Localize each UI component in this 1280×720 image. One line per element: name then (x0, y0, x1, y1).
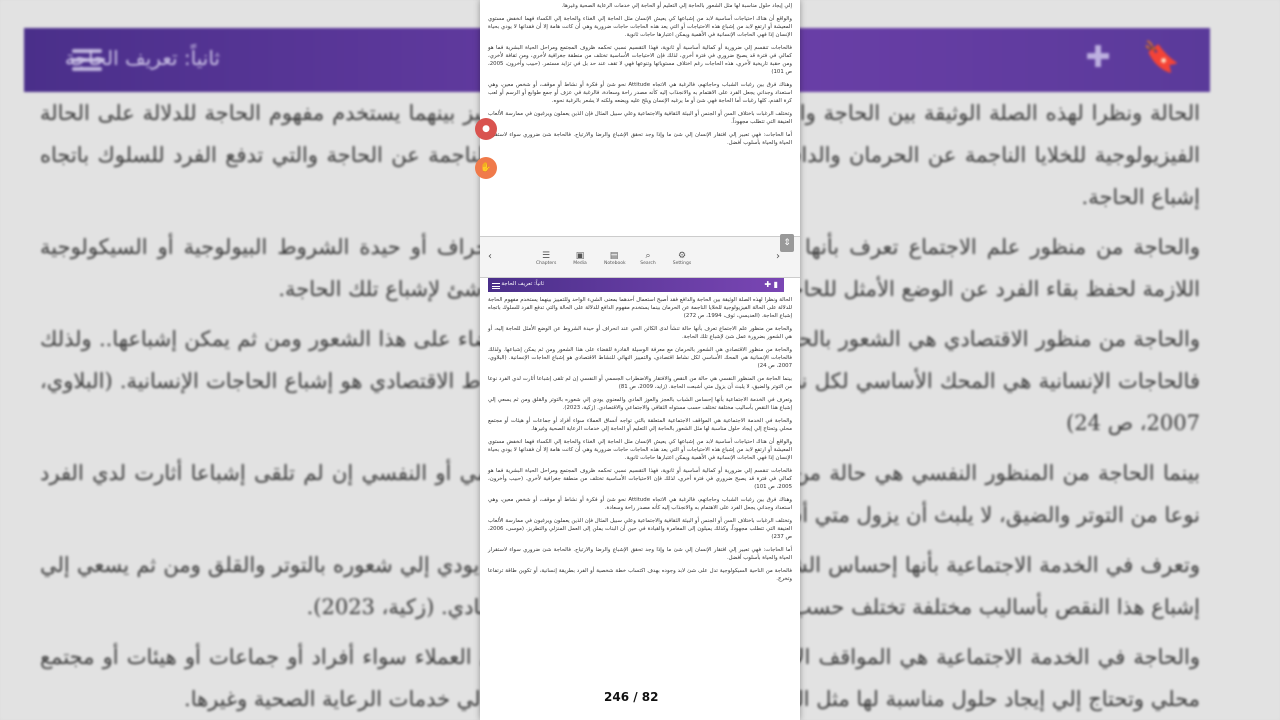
add-note-icon: ✚ (1085, 40, 1111, 75)
page-paragraph: إلي إيجاد حلول مناسبة لها مثل الشعور بال… (561, 3, 792, 9)
gear-icon: ⚙ (677, 251, 687, 261)
page-paragraph: والواقع أن هناك احتياجات أساسية لابد من … (488, 16, 792, 38)
page-paragraph: فالحاجة من الناحية السيكولوجية تدل على ش… (488, 568, 792, 582)
page-paragraph: والحاجة من منظور الاقتصادي هي الشعور بال… (488, 347, 792, 369)
list-icon: ☰ (541, 251, 551, 261)
menu-icon[interactable] (492, 282, 500, 290)
split-drag-handle[interactable]: ⇕ (780, 234, 794, 252)
page-paragraph: وتختلف الرغبات باختلاف السن أو الجنس أو … (488, 518, 792, 540)
page-counter: 246 / 82 (600, 690, 663, 704)
add-note-icon[interactable]: ✚ (764, 280, 771, 289)
page-paragraph: وهناك فرق بين رغبات الشباب وحاجاتهم، فال… (488, 497, 792, 511)
page-paragraph: والحاجة في الخدمة الاجتماعية هي المواقف … (488, 418, 792, 432)
page-paragraph: وتعرف في الخدمة الاجتماعية بأنها إحساس ا… (488, 397, 792, 411)
notebook-button[interactable]: ▤ Notebook (604, 251, 626, 266)
page-paragraph: والواقع أن هناك احتياجات أساسية لابد من … (488, 439, 792, 461)
media-button[interactable]: ▣ Media (570, 251, 590, 266)
page-paragraph: وتختلف الرغبات باختلاف السن أو الجنس أو … (488, 111, 792, 125)
reader-toolbar: ‹ › ☰ Chapters ▣ Media ▤ Notebook ⌕ Sear… (480, 236, 800, 278)
chapters-button[interactable]: ☰ Chapters (536, 251, 556, 266)
bookmark-icon[interactable]: ▮ (774, 280, 778, 289)
page-paragraph: بينما الحاجة من المنظور النفسي هي حالة م… (488, 376, 792, 390)
reader-pane-top[interactable]: إلي إيجاد حلول مناسبة لها مثل الشعور بال… (480, 0, 800, 236)
page-paragraph: وهناك فرق بين رغبات الشباب وحاجاتهم، فال… (488, 82, 792, 104)
reader-pane-bottom[interactable]: ثانياً: تعريف الحاجة ✚ ▮ الحالة ونظرا له… (480, 276, 800, 720)
hand-icon[interactable]: ✋ (475, 157, 497, 179)
phone-screen: إلي إيجاد حلول مناسبة لها مثل الشعور بال… (480, 0, 800, 720)
search-icon: ⌕ (645, 251, 651, 261)
chapter-title: ثانياً: تعريف الحاجة (501, 281, 544, 287)
page-paragraph: فالحاجات تنقسم إلي ضرورية أو كمالية أساس… (488, 45, 792, 75)
page-paragraph: والحاجة من منظور علم الاجتماع تعرف بأنها… (488, 326, 792, 340)
background-title: ثانياً: تعريف الحاجة (64, 46, 220, 70)
page-paragraph: أما الحاجات: فهي تعبير إلي افتقار الإنسا… (488, 547, 792, 561)
page-paragraph: أما الحاجات: فهي تعبير إلي افتقار الإنسا… (488, 132, 792, 146)
settings-button[interactable]: ⚙ Settings (672, 251, 692, 266)
page-paragraph: فالحاجات تنقسم إلي ضرورية أو كمالية أساس… (488, 468, 792, 490)
next-page-button[interactable]: › (776, 251, 780, 262)
bookmark-icon: 🔖 (1142, 40, 1180, 75)
image-icon: ▣ (575, 251, 585, 261)
record-icon[interactable]: ● (475, 118, 497, 140)
reader-title-bar: ثانياً: تعريف الحاجة ✚ ▮ (488, 278, 784, 292)
page-paragraph: الحالة ونظرا لهذه الصلة الوثيقة بين الحا… (488, 297, 792, 319)
search-button[interactable]: ⌕ Search (638, 251, 658, 266)
notebook-icon: ▤ (609, 251, 619, 261)
prev-page-button[interactable]: ‹ (488, 251, 492, 262)
